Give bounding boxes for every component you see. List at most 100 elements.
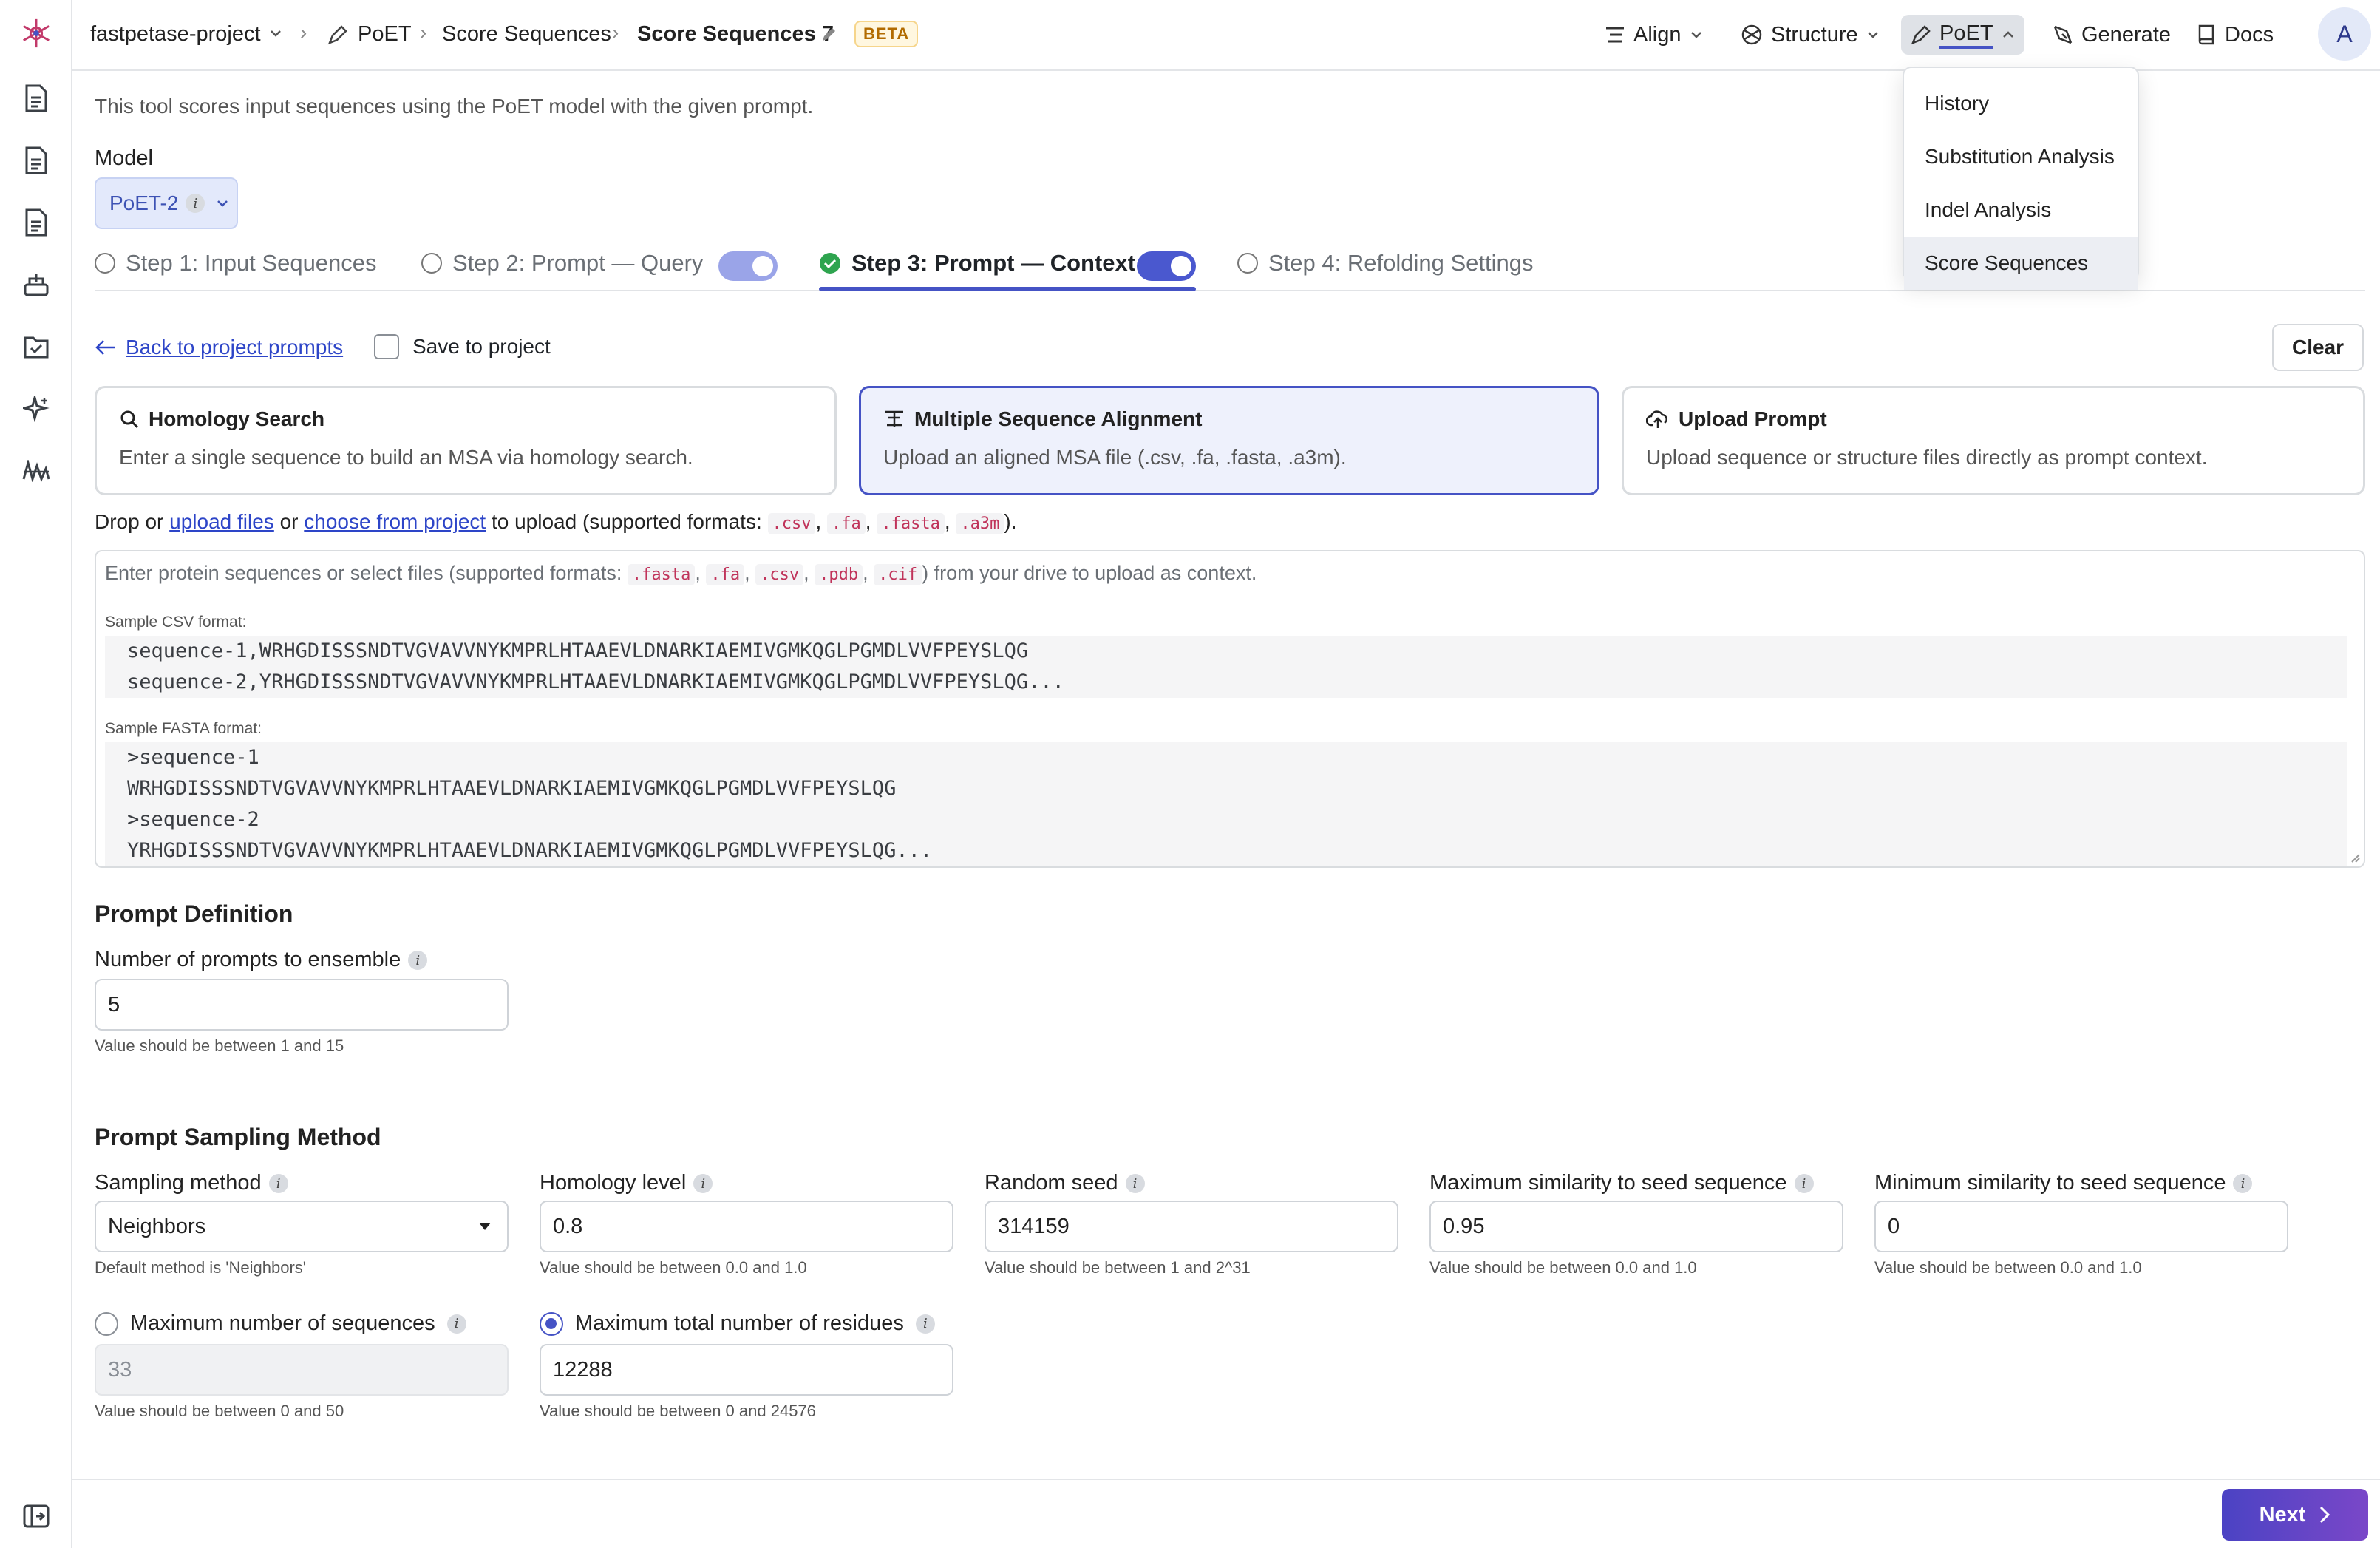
chevron-down-icon[interactable] (268, 25, 284, 41)
step-radio-icon (421, 253, 442, 274)
code-line: sequence-1,WRHGDISSSNDTVGVAVVNYKMPRLHTAA… (127, 639, 1029, 662)
sequence-textarea[interactable]: Enter protein sequences or select files … (95, 550, 2365, 868)
step-2-tab[interactable]: Step 2: Prompt — Query (421, 250, 703, 276)
next-label: Next (2259, 1502, 2306, 1527)
radio-max-sequences[interactable] (95, 1311, 118, 1336)
nav-docs[interactable]: Docs (2188, 15, 2282, 55)
footer-bar (72, 1479, 2380, 1548)
max-residues-input[interactable]: 12288 (540, 1344, 953, 1396)
info-icon[interactable]: i (268, 1174, 288, 1194)
step-4-tab[interactable]: Step 4: Refolding Settings (1237, 250, 1533, 276)
choose-from-project-link[interactable]: choose from project (304, 510, 486, 533)
breadcrumb-separator-icon: › (420, 21, 427, 44)
sampling-method-label: Sampling method i (95, 1171, 288, 1195)
card-title: Homology Search (149, 407, 325, 430)
avatar[interactable]: A (2318, 7, 2371, 61)
sidebar-toggle-icon[interactable] (19, 1499, 53, 1533)
sample-csv-block: sequence-1,WRHGDISSSNDTVGVAVVNYKMPRLHTAA… (105, 636, 2347, 698)
placeholder-text: ) from your drive to upload as context. (922, 562, 1257, 584)
info-icon[interactable]: i (186, 194, 205, 213)
radio-max-residues[interactable] (540, 1311, 563, 1336)
model-select[interactable]: PoET-2 i (95, 177, 238, 229)
step-3-toggle[interactable] (1137, 251, 1196, 281)
edit-pencil-icon[interactable] (820, 25, 838, 43)
sampling-method-select[interactable]: Neighbors (95, 1201, 509, 1252)
arrow-left-icon (95, 340, 115, 355)
format-code: .a3m (956, 513, 1004, 534)
card-description: Upload an aligned MSA file (.csv, .fa, .… (883, 446, 1347, 469)
nav-structure[interactable]: Structure (1731, 15, 1889, 55)
breadcrumb-score-sequences[interactable]: Score Sequences (442, 21, 611, 47)
nav-poet-label: PoET (1939, 21, 1993, 49)
menu-item-indel-analysis[interactable]: Indel Analysis (1904, 183, 2138, 237)
nav-poet[interactable]: PoET (1901, 15, 2024, 55)
document-icon-2[interactable] (19, 143, 53, 177)
placeholder-text: Enter protein sequences or select files … (105, 562, 622, 584)
document-icon[interactable] (19, 81, 53, 115)
info-icon[interactable]: i (693, 1174, 713, 1194)
step-3-tab[interactable]: Step 3: Prompt — Context (819, 250, 1135, 276)
database-icon[interactable] (19, 268, 53, 302)
align-icon (885, 410, 903, 427)
step-2-toggle[interactable] (718, 251, 778, 281)
format-code: .fa (827, 513, 866, 534)
min-similarity-input[interactable]: 0 (1874, 1201, 2288, 1252)
menu-item-history[interactable]: History (1904, 77, 2138, 130)
model-label: Model (95, 146, 153, 170)
info-icon[interactable]: i (1794, 1174, 1814, 1194)
step-2-label: Step 2: Prompt — Query (452, 250, 704, 276)
beta-badge: BETA (854, 21, 919, 47)
msa-card[interactable]: Multiple Sequence Alignment Upload an al… (859, 386, 1599, 495)
sparkle-icon[interactable] (19, 392, 53, 426)
clear-button[interactable]: Clear (2272, 324, 2364, 371)
select-value: Neighbors (108, 1214, 206, 1238)
poet-pen-icon (327, 24, 349, 46)
chart-icon[interactable] (19, 454, 53, 488)
folder-check-icon[interactable] (19, 330, 53, 364)
random-seed-input[interactable]: 314159 (985, 1201, 1398, 1252)
resize-handle-icon[interactable] (2349, 852, 2361, 863)
info-icon[interactable]: i (408, 951, 428, 971)
menu-item-score-sequences[interactable]: Score Sequences (1904, 237, 2138, 290)
info-icon[interactable]: i (1125, 1174, 1145, 1194)
breadcrumb-poet[interactable]: PoET (358, 21, 412, 47)
nav-docs-label: Docs (2225, 22, 2274, 47)
back-to-project-prompts[interactable]: Back to project prompts (95, 336, 343, 359)
checkbox-box[interactable] (374, 334, 399, 359)
project-selector[interactable]: fastpetase-project (90, 21, 261, 47)
format-code: .csv (767, 513, 816, 534)
format-code: .fasta (627, 564, 696, 585)
textarea-placeholder: Enter protein sequences or select files … (105, 562, 1257, 585)
card-description: Upload sequence or structure files direc… (1646, 446, 2208, 469)
info-icon[interactable]: i (915, 1314, 935, 1334)
info-icon[interactable]: i (446, 1314, 466, 1334)
document-icon-3[interactable] (19, 206, 53, 240)
nav-generate[interactable]: Generate (2043, 15, 2180, 55)
sample-csv-label: Sample CSV format: (105, 614, 247, 631)
format-code: .cif (874, 564, 922, 585)
app-logo-icon[interactable] (19, 16, 53, 50)
upload-files-link[interactable]: upload files (169, 510, 274, 533)
ensemble-input[interactable]: 5 (95, 979, 509, 1031)
step-1-tab[interactable]: Step 1: Input Sequences (95, 250, 377, 276)
step-1-label: Step 1: Input Sequences (126, 250, 377, 276)
upload-prompt-card[interactable]: Upload Prompt Upload sequence or structu… (1622, 386, 2365, 495)
nav-align-label: Align (1633, 22, 1682, 47)
breadcrumb-separator-icon: › (612, 21, 619, 44)
homology-level-label: Homology level i (540, 1171, 713, 1195)
save-to-project-checkbox[interactable]: Save to project (374, 334, 551, 359)
max-residues-option[interactable]: Maximum total number of residues i (540, 1311, 935, 1336)
max-sequences-input[interactable]: 33 (95, 1344, 509, 1396)
drop-text: to upload (supported formats: (491, 510, 762, 533)
max-sequences-option[interactable]: Maximum number of sequences i (95, 1311, 466, 1336)
drop-text: Drop or (95, 510, 164, 533)
homology-search-card[interactable]: Homology Search Enter a single sequence … (95, 386, 837, 495)
menu-item-substitution-analysis[interactable]: Substitution Analysis (1904, 130, 2138, 183)
max-similarity-input[interactable]: 0.95 (1429, 1201, 1843, 1252)
chevron-down-icon (217, 200, 228, 207)
info-icon[interactable]: i (2233, 1174, 2253, 1194)
homology-level-input[interactable]: 0.8 (540, 1201, 953, 1252)
next-button[interactable]: Next (2222, 1489, 2368, 1541)
chevron-right-icon (2320, 1506, 2330, 1524)
nav-align[interactable]: Align (1595, 15, 1713, 55)
